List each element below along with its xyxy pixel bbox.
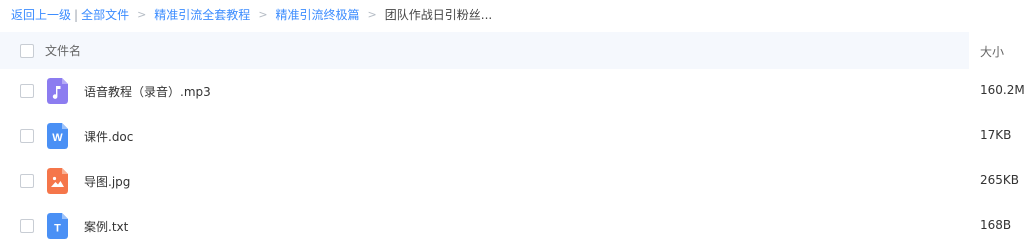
file-size: 160.2M — [980, 83, 1025, 97]
row-checkbox[interactable] — [20, 174, 34, 188]
row-checkbox[interactable] — [20, 84, 34, 98]
file-name[interactable]: 导图.jpg — [84, 173, 130, 190]
file-size: 265KB — [980, 173, 1020, 187]
breadcrumb-divider: | — [74, 8, 79, 22]
back-link[interactable]: 返回上一级 — [11, 6, 71, 24]
column-header-size[interactable]: 大小 — [980, 43, 1004, 60]
breadcrumb-level1[interactable]: 精准引流全套教程 — [154, 6, 250, 24]
file-size: 17KB — [980, 128, 1012, 142]
file-row[interactable]: 导图.jpg 265KB — [0, 159, 1035, 204]
breadcrumb-level2[interactable]: 精准引流终极篇 — [276, 6, 360, 24]
breadcrumb-all-files[interactable]: 全部文件 — [81, 6, 129, 24]
file-list-header: 文件名 大小 — [0, 32, 1035, 69]
row-checkbox[interactable] — [20, 219, 34, 233]
file-name[interactable]: 课件.doc — [84, 128, 133, 145]
file-row[interactable]: 语音教程（录音）.mp3 160.2M — [0, 69, 1035, 114]
breadcrumb-current: 团队作战日引粉丝... — [384, 8, 493, 22]
file-row[interactable]: T 案例.txt 168B — [0, 204, 1035, 248]
audio-file-icon — [47, 78, 68, 104]
text-file-icon: T — [47, 213, 68, 239]
chevron-right-icon: > — [258, 8, 268, 21]
breadcrumb: 返回上一级 | 全部文件 > 精准引流全套教程 > 精准引流终极篇 > 团队作战… — [11, 6, 492, 24]
file-name[interactable]: 案例.txt — [84, 218, 128, 235]
image-file-icon — [47, 168, 68, 194]
column-header-name[interactable]: 文件名 — [45, 42, 81, 59]
chevron-right-icon: > — [367, 8, 377, 21]
file-name[interactable]: 语音教程（录音）.mp3 — [84, 83, 211, 100]
select-all-checkbox[interactable] — [20, 44, 34, 58]
row-checkbox[interactable] — [20, 129, 34, 143]
column-header-size-cell: 大小 — [969, 32, 1035, 69]
text-glyph: T — [54, 223, 61, 235]
file-row[interactable]: W 课件.doc 17KB — [0, 114, 1035, 159]
file-size: 168B — [980, 218, 1012, 232]
chevron-right-icon: > — [137, 8, 147, 21]
word-doc-icon: W — [47, 123, 68, 149]
file-browser: 返回上一级 | 全部文件 > 精准引流全套教程 > 精准引流终极篇 > 团队作战… — [0, 0, 1035, 248]
word-glyph: W — [52, 132, 63, 144]
